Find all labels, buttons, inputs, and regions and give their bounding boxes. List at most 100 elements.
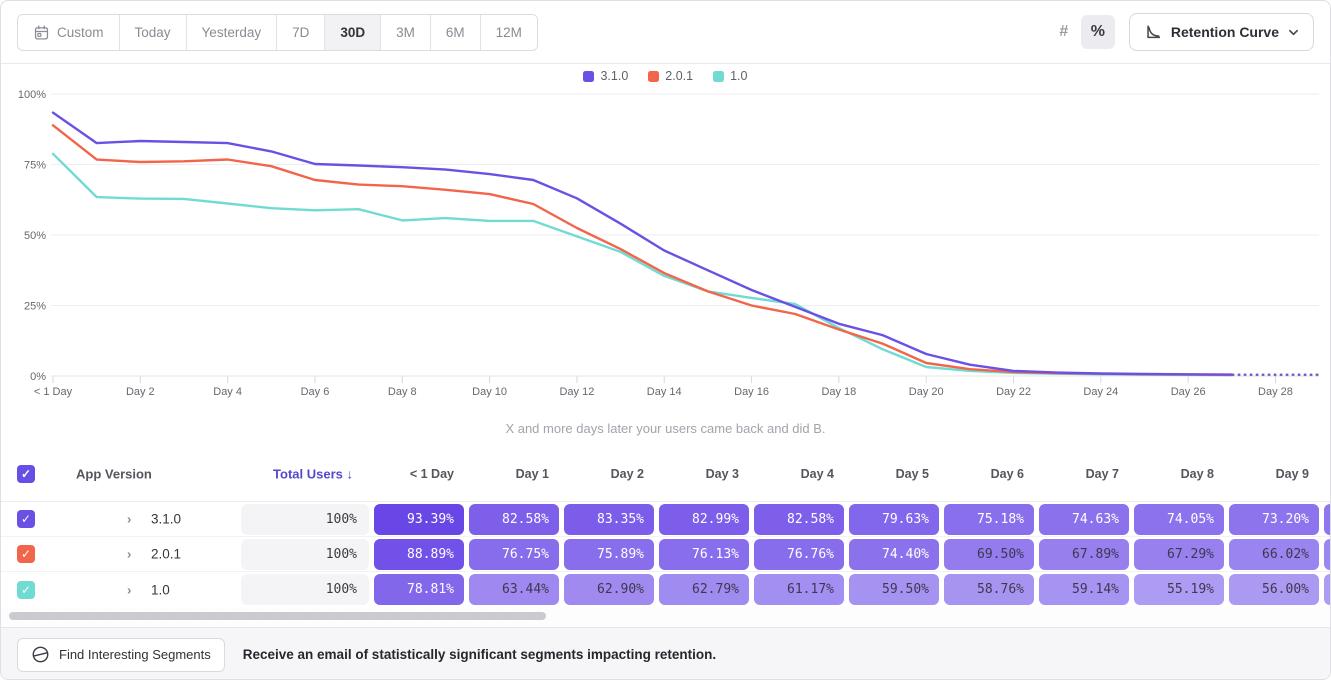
retention-cell: 69.50% xyxy=(944,539,1034,570)
retention-curve-icon xyxy=(1144,23,1162,41)
expand-chevron-icon[interactable]: › xyxy=(127,513,131,526)
range-tab-custom[interactable]: Custom xyxy=(18,15,119,50)
chart-type-label: Retention Curve xyxy=(1171,24,1279,40)
retention-cell: 63.44% xyxy=(469,574,559,605)
x-axis-tick-label: Day 14 xyxy=(647,386,682,398)
range-tab-label: 6M xyxy=(446,25,465,40)
app-version-label: 3.1.0 xyxy=(151,512,181,527)
column-header-app-version[interactable]: App Version xyxy=(76,466,152,481)
chart-section: 3.1.02.0.11.0 0%25%50%75%100%< 1 DayDay … xyxy=(1,64,1330,446)
footer-bar: Find Interesting Segments Receive an ema… xyxy=(1,627,1330,680)
total-users-cell: 100% xyxy=(241,574,369,605)
range-tab-12m[interactable]: 12M xyxy=(480,15,537,50)
row-checkbox-3.1.0[interactable]: ✓ xyxy=(17,510,35,528)
retention-cell: 62.90% xyxy=(564,574,654,605)
range-tab-label: 12M xyxy=(496,25,522,40)
retention-cell: 74.40% xyxy=(849,539,939,570)
series-line-3.1.0 xyxy=(53,113,1232,375)
select-all-checkbox[interactable]: ✓ xyxy=(17,465,35,483)
retention-cell: 74.63% xyxy=(1039,504,1129,535)
retention-cell: 75.89% xyxy=(564,539,654,570)
chart-type-dropdown[interactable]: Retention Curve xyxy=(1129,13,1314,51)
x-axis-tick-label: Day 20 xyxy=(909,386,944,398)
total-users-cell: 100% xyxy=(241,504,369,535)
column-header-day-6[interactable]: Day 6 xyxy=(944,467,1024,481)
y-axis-tick-label: 50% xyxy=(24,230,46,242)
legend-swatch xyxy=(648,71,659,82)
range-tab-label: 7D xyxy=(292,25,309,40)
retention-cell: 67.29% xyxy=(1134,539,1224,570)
value-mode-group: #% xyxy=(1047,15,1115,49)
sort-descending-icon: ↓ xyxy=(347,466,354,481)
x-axis-tick-label: Day 6 xyxy=(301,386,330,398)
legend-swatch xyxy=(583,71,594,82)
retention-cell: 78.81% xyxy=(374,574,464,605)
percentage-toggle[interactable]: % xyxy=(1081,15,1115,49)
find-segments-button[interactable]: Find Interesting Segments xyxy=(17,638,225,672)
column-header-day-3[interactable]: Day 3 xyxy=(659,467,739,481)
legend-item-3.1.0[interactable]: 3.1.0 xyxy=(583,69,628,83)
range-tab-7d[interactable]: 7D xyxy=(276,15,324,50)
range-tab-today[interactable]: Today xyxy=(119,15,186,50)
column-header-day-9[interactable]: Day 9 xyxy=(1229,467,1309,481)
range-tab-30d[interactable]: 30D xyxy=(324,15,380,50)
column-header-total-users[interactable]: Total Users ↓ xyxy=(241,466,353,481)
scrollbar-thumb[interactable] xyxy=(9,612,546,620)
column-header-day-1[interactable]: Day 1 xyxy=(469,467,549,481)
y-axis-tick-label: 75% xyxy=(24,160,46,172)
total-users-cell: 100% xyxy=(241,539,369,570)
retention-cell: 59.50% xyxy=(849,574,939,605)
column-header-day-8[interactable]: Day 8 xyxy=(1134,467,1214,481)
range-tab-6m[interactable]: 6M xyxy=(430,15,480,50)
retention-cell: 75.18% xyxy=(944,504,1034,535)
legend-swatch xyxy=(713,71,724,82)
chart-legend: 3.1.0 2.0.1 1.0 xyxy=(1,69,1330,83)
table-header-row: ✓ App Version Total Users ↓ < 1 Day Day 1… xyxy=(1,446,1330,502)
retention-cell-partial xyxy=(1324,574,1331,605)
range-tab-yesterday[interactable]: Yesterday xyxy=(186,15,277,50)
row-checkbox-2.0.1[interactable]: ✓ xyxy=(17,545,35,563)
y-axis-tick-label: 25% xyxy=(24,301,46,313)
x-axis-tick-label: Day 28 xyxy=(1258,386,1293,398)
table-row-3.1.0: ✓›3.1.0100%93.39%82.58%83.35%82.99%82.58… xyxy=(1,502,1330,537)
footer-message: Receive an email of statistically signif… xyxy=(243,647,716,662)
calendar-icon xyxy=(33,24,50,41)
toolbar: CustomToday Yesterday 7D 30D3M 6M 12M #% Rete… xyxy=(1,1,1330,64)
x-axis-tick-label: Day 12 xyxy=(559,386,594,398)
y-axis-tick-label: 0% xyxy=(30,371,46,383)
column-header-day-2[interactable]: Day 2 xyxy=(564,467,644,481)
app-version-label: 2.0.1 xyxy=(151,547,181,562)
chart-subtitle: X and more days later your users came ba… xyxy=(1,421,1330,436)
legend-label: 2.0.1 xyxy=(665,69,693,83)
retention-cell: 76.75% xyxy=(469,539,559,570)
segments-circle-icon xyxy=(31,645,50,664)
x-axis-tick-label: Day 26 xyxy=(1171,386,1206,398)
expand-chevron-icon[interactable]: › xyxy=(127,548,131,561)
x-axis-tick-label: Day 18 xyxy=(821,386,856,398)
expand-chevron-icon[interactable]: › xyxy=(127,583,131,596)
column-header-day-4[interactable]: Day 4 xyxy=(754,467,834,481)
retention-cell: 58.76% xyxy=(944,574,1034,605)
range-tab-3m[interactable]: 3M xyxy=(380,15,430,50)
legend-item-1.0[interactable]: 1.0 xyxy=(713,69,747,83)
horizontal-scrollbar[interactable] xyxy=(1,607,1330,627)
column-header-1-day[interactable]: < 1 Day xyxy=(374,467,454,481)
retention-cell: 93.39% xyxy=(374,504,464,535)
app-version-label: 1.0 xyxy=(151,582,170,597)
retention-cell: 74.05% xyxy=(1134,504,1224,535)
retention-cell-partial xyxy=(1324,539,1331,570)
row-checkbox-1.0[interactable]: ✓ xyxy=(17,581,35,599)
x-axis-tick-label: Day 22 xyxy=(996,386,1031,398)
retention-cell: 83.35% xyxy=(564,504,654,535)
y-axis-tick-label: 100% xyxy=(18,89,46,101)
range-tab-label: Yesterday xyxy=(202,25,262,40)
column-header-day-7[interactable]: Day 7 xyxy=(1039,467,1119,481)
column-header-day-5[interactable]: Day 5 xyxy=(849,467,929,481)
retention-cell: 82.58% xyxy=(754,504,844,535)
find-segments-label: Find Interesting Segments xyxy=(59,647,211,662)
legend-item-2.0.1[interactable]: 2.0.1 xyxy=(648,69,693,83)
absolute-numbers-toggle[interactable]: # xyxy=(1047,15,1081,49)
retention-cell: 61.17% xyxy=(754,574,844,605)
x-axis-tick-label: Day 10 xyxy=(472,386,507,398)
retention-cell: 79.63% xyxy=(849,504,939,535)
